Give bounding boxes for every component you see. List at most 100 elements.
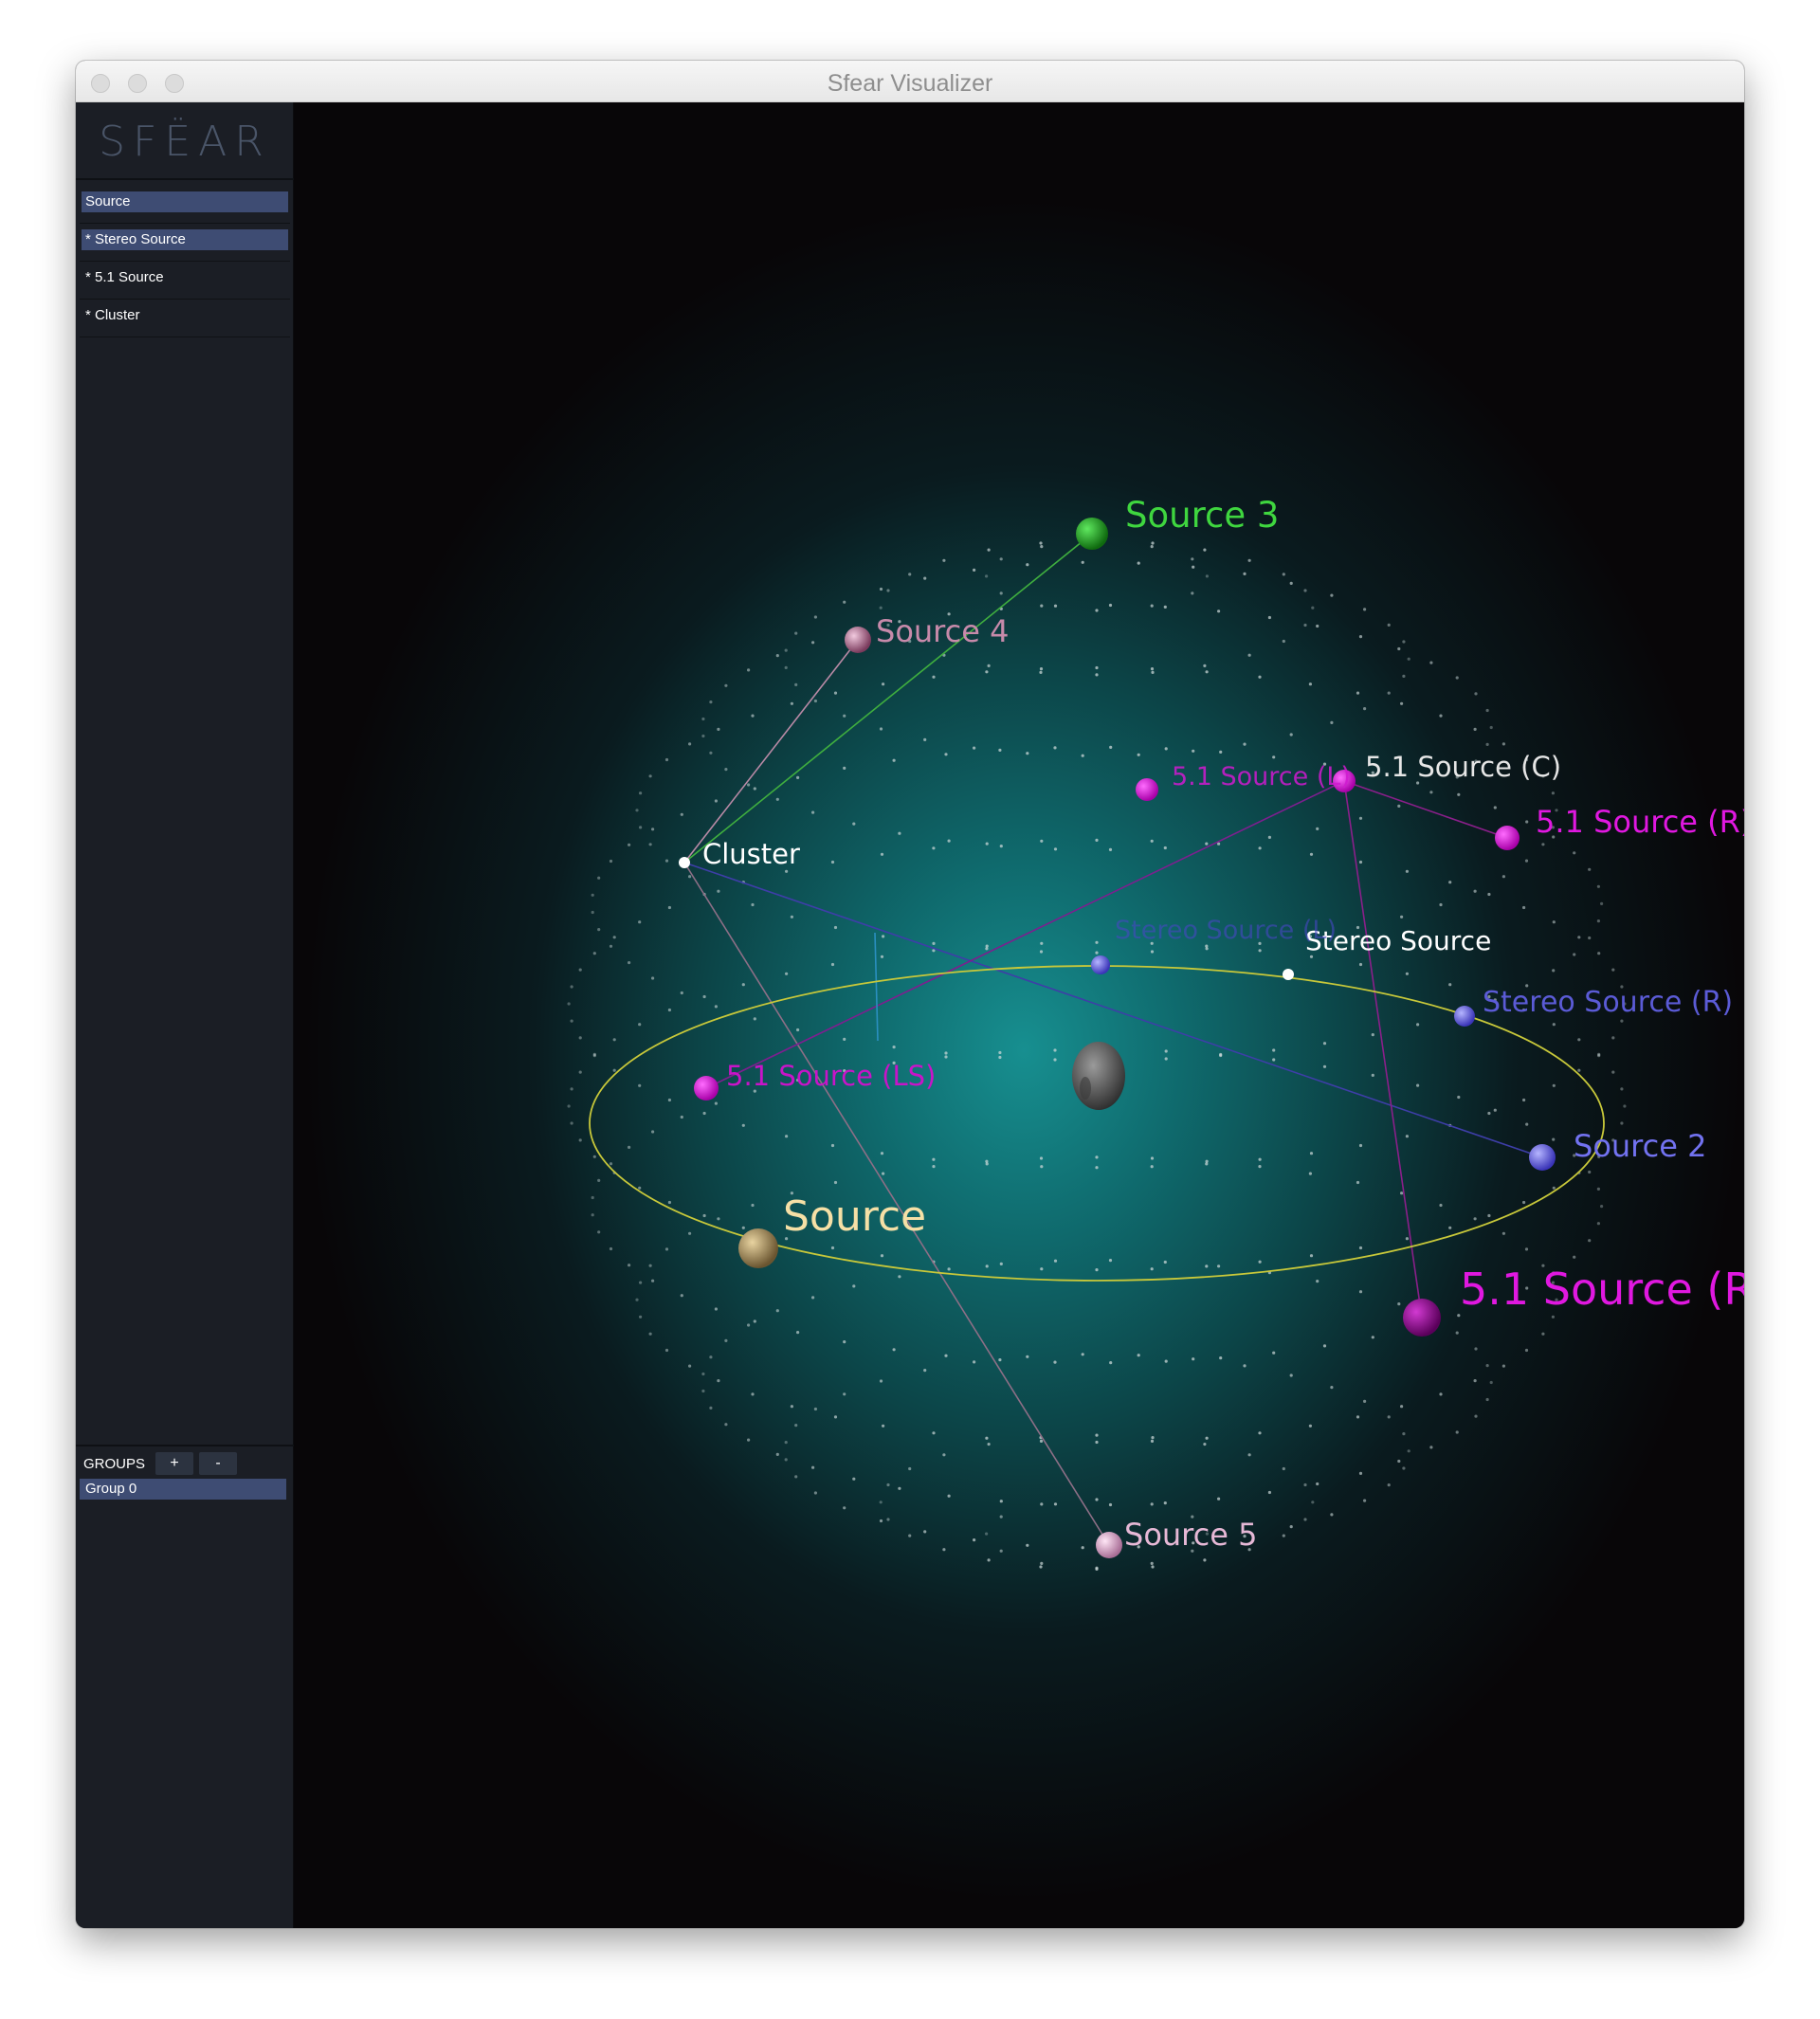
list-item-five-one-source[interactable]: * 5.1 Source	[80, 262, 290, 300]
grid-dot	[830, 860, 835, 864]
grid-dot	[796, 775, 800, 780]
grid-dot	[1330, 593, 1334, 597]
grid-dot	[1429, 661, 1433, 664]
grid-dot	[1272, 755, 1276, 759]
grid-dot	[591, 910, 594, 915]
grid-dot	[998, 1050, 1002, 1055]
five-one-l-sphere[interactable]	[1136, 778, 1158, 801]
grid-dot	[1552, 920, 1556, 924]
grid-dot	[1620, 1121, 1624, 1125]
grid-dot	[1358, 1143, 1363, 1148]
grid-dot	[898, 831, 901, 835]
grid-dot	[1316, 624, 1320, 628]
grid-dot	[1081, 560, 1084, 564]
grid-dot	[1053, 746, 1057, 750]
five-one-ls-sphere[interactable]	[694, 1076, 719, 1100]
grid-dot	[1039, 667, 1044, 671]
grid-dot	[1163, 846, 1167, 850]
grid-dot	[1489, 1380, 1493, 1385]
grid-dot	[987, 1558, 991, 1562]
grid-dot	[1522, 905, 1526, 910]
grid-dot	[1303, 1482, 1307, 1487]
five-one-rs-sphere[interactable]	[1403, 1299, 1441, 1337]
grid-dot	[1397, 1302, 1401, 1306]
list-item-stereo-source[interactable]: * Stereo Source	[80, 224, 290, 262]
grid-dot	[1473, 727, 1477, 732]
grid-dot	[1363, 1399, 1367, 1403]
grid-dot	[567, 1104, 571, 1108]
grid-dot	[648, 1332, 652, 1336]
grid-dot	[701, 1372, 705, 1376]
grid-dot	[898, 1486, 901, 1490]
grid-dot	[1303, 589, 1307, 592]
grid-dot	[973, 746, 976, 750]
sidebar: SFËAR Source * Stereo Source * 5.1 Sourc…	[76, 102, 294, 1928]
grid-dot	[947, 1494, 951, 1498]
stereo-source-l-sphere[interactable]	[1091, 955, 1110, 974]
grid-dot	[724, 768, 728, 772]
grid-dot	[886, 1518, 890, 1521]
five-one-r-sphere[interactable]	[1495, 826, 1520, 850]
grid-dot	[1611, 968, 1615, 972]
logo-text: SFËAR	[99, 118, 271, 166]
grid-dot	[1485, 1364, 1489, 1368]
grid-dot	[702, 1213, 706, 1218]
grid-dot	[833, 1415, 838, 1419]
grid-dot	[1247, 653, 1251, 657]
source-sphere[interactable]	[738, 1228, 778, 1268]
grid-dot	[1109, 745, 1113, 750]
grid-dot	[1040, 1267, 1044, 1271]
grid-dot	[987, 664, 991, 668]
3d-viewport[interactable]: Source Source 2 Source 3 Source 4 Source…	[294, 102, 1744, 1928]
grid-dot	[932, 675, 936, 679]
grid-dot	[1524, 1348, 1529, 1353]
grid-dot	[597, 1178, 601, 1182]
list-item-cluster[interactable]: * Cluster	[80, 300, 290, 337]
group-item[interactable]: Group 0	[80, 1479, 286, 1500]
grid-dot	[1191, 557, 1194, 561]
grid-dot	[1400, 701, 1404, 705]
stereo-source-r-sphere[interactable]	[1454, 1006, 1475, 1027]
grid-dot	[1473, 1379, 1477, 1383]
grid-dot	[1150, 667, 1155, 671]
source-5-sphere[interactable]	[1096, 1532, 1122, 1558]
source-4-sphere[interactable]	[845, 627, 871, 653]
grid-dot	[1219, 1052, 1223, 1057]
grid-dot	[1400, 915, 1404, 919]
add-group-button[interactable]: +	[155, 1452, 193, 1475]
grid-dot	[1163, 1260, 1167, 1264]
grid-dot	[1267, 1490, 1271, 1495]
remove-group-button[interactable]: -	[199, 1452, 237, 1475]
grid-dot	[1026, 1543, 1029, 1547]
stereo-source-node[interactable]	[1283, 969, 1294, 980]
grid-dot	[688, 1231, 692, 1235]
grid-dot	[1192, 1357, 1195, 1361]
grid-dot	[753, 787, 756, 791]
list-item-source[interactable]: Source	[80, 186, 290, 224]
list-item-label: * 5.1 Source	[85, 269, 164, 285]
grid-dot	[714, 1101, 718, 1105]
grid-dot	[886, 1482, 890, 1487]
grid-dot	[1596, 884, 1600, 888]
grid-dot	[1405, 1237, 1409, 1241]
cluster-node[interactable]	[679, 857, 690, 868]
source-3-sphere[interactable]	[1076, 518, 1108, 550]
grid-dot	[1387, 1415, 1391, 1419]
grid-dot	[932, 846, 936, 850]
grid-dot	[688, 742, 692, 746]
grid-dot	[724, 1338, 728, 1342]
grid-dot	[879, 727, 883, 731]
grid-dot	[852, 1284, 856, 1288]
grid-dot	[784, 1458, 788, 1462]
grid-dot	[1151, 541, 1155, 545]
grid-dot	[651, 976, 655, 980]
grid-dot	[1108, 603, 1113, 608]
grid-dot	[1150, 1156, 1155, 1160]
grid-dot	[1163, 605, 1167, 609]
grid-dot	[1596, 1222, 1600, 1226]
grid-dot	[1040, 545, 1044, 549]
source-2-sphere[interactable]	[1529, 1144, 1556, 1171]
grid-dot	[638, 920, 642, 924]
grid-dot	[648, 774, 652, 778]
grid-dot	[1405, 1135, 1409, 1138]
